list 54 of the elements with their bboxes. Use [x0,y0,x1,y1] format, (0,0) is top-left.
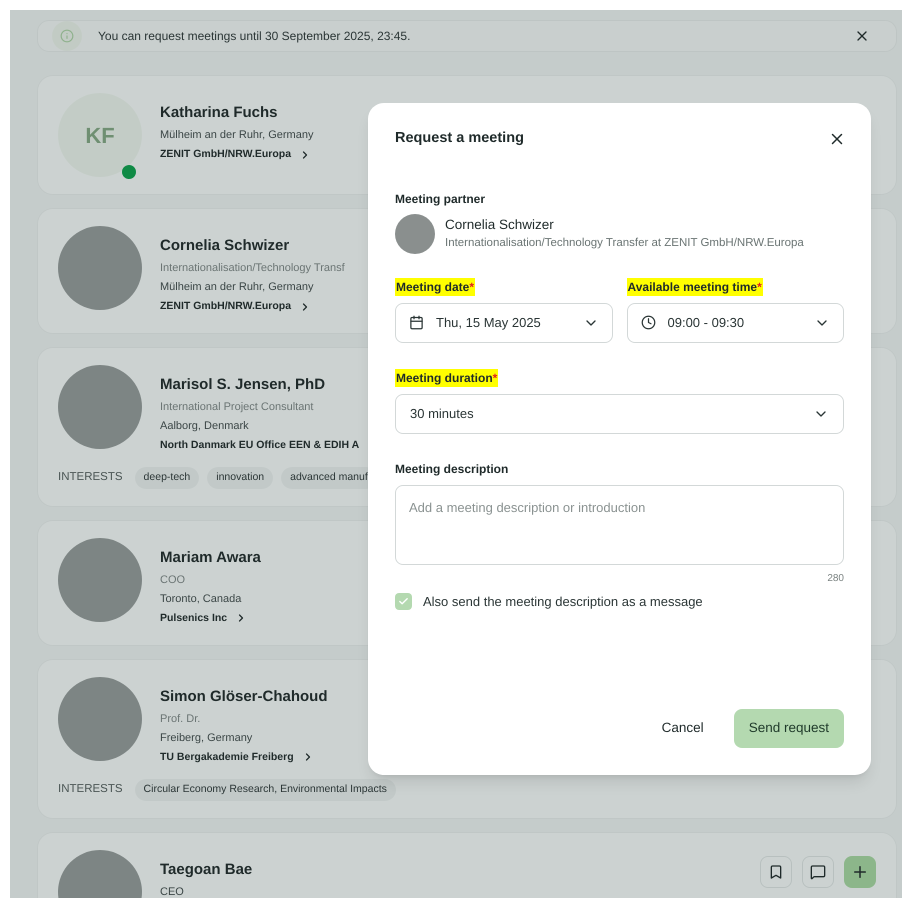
interest-tag: Circular Economy Research, Environmental Impacts [134,778,396,800]
organization-link[interactable]: Pulsenics Inc [160,608,261,628]
speech-bubble-icon [810,864,826,880]
person-detail: Aalborg, Denmark [160,419,250,434]
person-detail: Prof. Dr. [160,712,202,727]
add-button[interactable] [844,856,876,888]
character-counter: 280 [827,572,844,586]
person-name: Taegoan Bae [160,860,252,880]
info-icon [60,29,74,43]
date-select[interactable]: Thu, 15 May 2025 [395,302,612,343]
person-detail: International Project Consultant [160,400,314,415]
interest-tag: deep-tech [134,467,200,489]
field-label: Meeting duration* [395,368,498,387]
person-name: Cornelia Schwizer [160,236,290,256]
dialog-title: Request a meeting [395,129,524,148]
person-name: Katharina Fuchs [160,103,279,123]
bookmark-icon [768,864,784,880]
field-label: Meeting description [395,460,508,478]
person-name: Marisol S. Jensen, PhD [160,375,326,395]
person-detail: Toronto, Canada [160,592,242,607]
interests-label: INTERESTS [58,470,123,486]
interest-tag: innovation [207,467,274,489]
calendar-icon [409,315,424,330]
duration-select[interactable]: 30 minutes [395,394,844,434]
person-detail: COO [160,572,186,588]
checkbox-label: Also send the meeting description as a message [423,592,703,611]
person-detail: Internationalisation/Technology Transf [160,261,345,276]
organization-link[interactable]: TU Bergakademie Freiberg [160,748,328,767]
send-request-button[interactable]: Send request [734,709,844,748]
notice-text: You can request meetings until 30 September 2025, 23:45. [98,28,410,45]
person-detail: Mülheim an der Ruhr, Germany [160,280,314,295]
person-detail: Freiberg, Germany [160,730,254,746]
checkbox[interactable] [395,593,412,610]
person-detail: Mülheim an der Ruhr, Germany [160,128,314,143]
description-field[interactable]: Add a meeting description or introduction [395,484,844,565]
bookmark-button[interactable] [760,856,792,888]
avatar-photo-placeholder [395,214,435,254]
organization-link[interactable]: ZENIT GmbH/NRW.Europa [160,145,314,164]
person-name: Simon Glöser-Chahoud [160,686,328,707]
interests-label: INTERESTS [58,782,123,797]
person-name: Mariam Awara [160,548,261,568]
checkmark-icon [398,596,409,607]
field-label: Available meeting time* [626,278,763,296]
organization-link[interactable]: ZENIT GmbH/NRW.Europa [160,297,345,316]
field-label: Meeting date* [395,278,476,296]
time-select[interactable]: 09:00 - 09:30 [626,302,844,343]
message-button[interactable] [802,856,834,888]
partner-name: Cornelia Schwizer [445,216,555,234]
section-label: Meeting partner [395,190,486,208]
person-detail: CEO [160,884,185,898]
cancel-button[interactable]: Cancel [648,709,718,748]
partner-role: Internationalisation/Technology Transfer at ZENIT GmbH/NRW.Europa [445,236,804,251]
initials-avatar: KF [58,93,142,177]
clock-icon [640,315,656,330]
